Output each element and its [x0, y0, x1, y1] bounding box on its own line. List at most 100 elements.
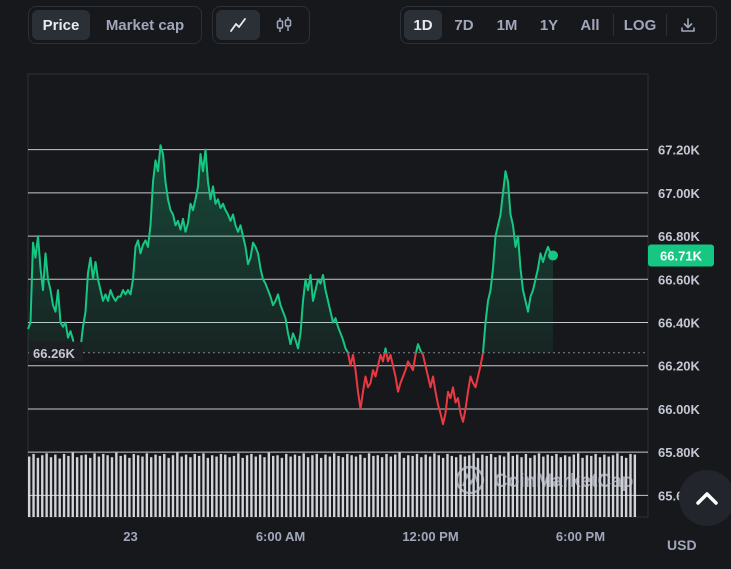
- volume-bar: [441, 457, 445, 517]
- volume-bar: [245, 455, 249, 517]
- volume-bar: [206, 457, 210, 517]
- volume-bar: [455, 457, 458, 517]
- volume-bar: [363, 457, 366, 517]
- y-tick-label: 67.20K: [658, 143, 701, 158]
- volume-bar: [67, 455, 70, 517]
- volume-bar: [36, 457, 40, 517]
- volume-bar: [376, 455, 379, 517]
- volume-bar: [84, 454, 88, 517]
- volume-bar: [306, 457, 310, 517]
- volume-bar: [132, 453, 135, 517]
- current-price-dot[interactable]: [548, 250, 558, 261]
- volume-bar: [123, 454, 127, 517]
- x-tick-label: 6:00 PM: [556, 529, 605, 544]
- volume-bar: [298, 455, 301, 517]
- watermark-text: CoinMarketCap: [494, 471, 633, 492]
- volume-bar: [54, 454, 57, 517]
- volume-bar: [428, 456, 432, 517]
- volume-bar: [263, 457, 266, 517]
- volume-bar: [311, 455, 314, 517]
- volume-bar: [215, 456, 218, 517]
- volume-bar: [158, 455, 162, 517]
- volume-bar: [119, 455, 122, 517]
- baseline-value: 66.26K: [33, 346, 76, 361]
- volume-bar: [193, 453, 196, 517]
- y-tick-label: 66.20K: [658, 359, 701, 374]
- price-area-above: [28, 145, 553, 353]
- volume-bar: [272, 455, 275, 517]
- currency-label: USD: [667, 537, 697, 553]
- volume-bar: [211, 455, 214, 517]
- volume-bar: [176, 452, 179, 517]
- volume-bar: [136, 455, 140, 517]
- volume-bar: [285, 453, 288, 517]
- volume-bar: [433, 453, 436, 517]
- volume-bar: [219, 453, 223, 517]
- volume-bar: [489, 453, 493, 517]
- volume-bar: [485, 455, 488, 517]
- volume-bar: [346, 453, 349, 517]
- price-line-above-open: [27, 144, 554, 353]
- volume-bar: [197, 455, 201, 517]
- volume-bar: [394, 454, 397, 517]
- volume-bar: [389, 456, 393, 517]
- volume-bar: [28, 456, 31, 517]
- volume-bar: [315, 453, 318, 517]
- volume-bar: [180, 456, 183, 517]
- x-axis: 23 6:00 AM 12:00 PM 6:00 PM: [123, 529, 605, 544]
- volume-bar: [45, 453, 48, 517]
- volume-bar: [167, 457, 170, 517]
- volume-bar: [97, 456, 101, 517]
- volume-bar: [32, 453, 35, 517]
- volume-bar: [163, 453, 166, 517]
- volume-bar: [289, 456, 292, 517]
- volume-bar: [341, 457, 345, 517]
- volume-bar: [415, 453, 419, 517]
- volume-bar: [254, 456, 257, 517]
- baseline-label: 66.26K: [29, 341, 83, 362]
- volume-bar: [250, 453, 253, 517]
- volume-bar: [276, 455, 279, 517]
- price-chart: CoinMarketCap 66.26K 67.20K67.00K66.80K6…: [27, 73, 714, 544]
- volume-bar: [359, 454, 362, 517]
- volume-bar: [110, 457, 114, 517]
- volume-bar: [633, 454, 637, 517]
- volume-bar: [372, 455, 375, 517]
- volume-bar: [324, 454, 327, 517]
- volume-bar: [446, 453, 449, 517]
- volume-bar: [62, 453, 66, 517]
- volume-bar: [354, 456, 358, 517]
- volume-bar: [171, 455, 175, 517]
- volume-bar: [71, 452, 74, 517]
- volume-bar: [450, 455, 454, 517]
- volume-bar: [468, 455, 471, 517]
- volume-bar: [437, 455, 440, 517]
- x-tick-label: 23: [123, 529, 137, 544]
- volume-bar: [293, 454, 297, 517]
- volume-bar: [184, 454, 188, 517]
- volume-bar: [337, 455, 340, 517]
- volume-bar: [189, 457, 192, 517]
- volume-bar: [232, 455, 236, 517]
- volume-bar: [102, 453, 105, 517]
- volume-bar: [367, 453, 371, 517]
- current-price-value: 66.71K: [660, 249, 703, 264]
- volume-bar: [267, 452, 271, 517]
- volume-bar: [75, 457, 79, 517]
- volume-bar: [237, 453, 240, 517]
- volume-bar: [41, 455, 44, 517]
- volume-bar: [476, 457, 480, 517]
- volume-bar: [472, 453, 475, 517]
- volume-bar: [463, 456, 467, 517]
- volume-bar: [228, 457, 231, 517]
- volume-bar: [350, 455, 353, 517]
- volume-bar: [319, 457, 323, 517]
- volume-bar: [154, 454, 157, 517]
- volume-bar: [115, 452, 118, 517]
- volume-bar: [202, 453, 205, 517]
- y-tick-label: 66.00K: [658, 402, 701, 417]
- scroll-to-top-button[interactable]: [679, 470, 731, 526]
- volume-bar: [407, 455, 410, 517]
- volume-bar: [420, 457, 423, 517]
- volume-bar: [89, 457, 92, 517]
